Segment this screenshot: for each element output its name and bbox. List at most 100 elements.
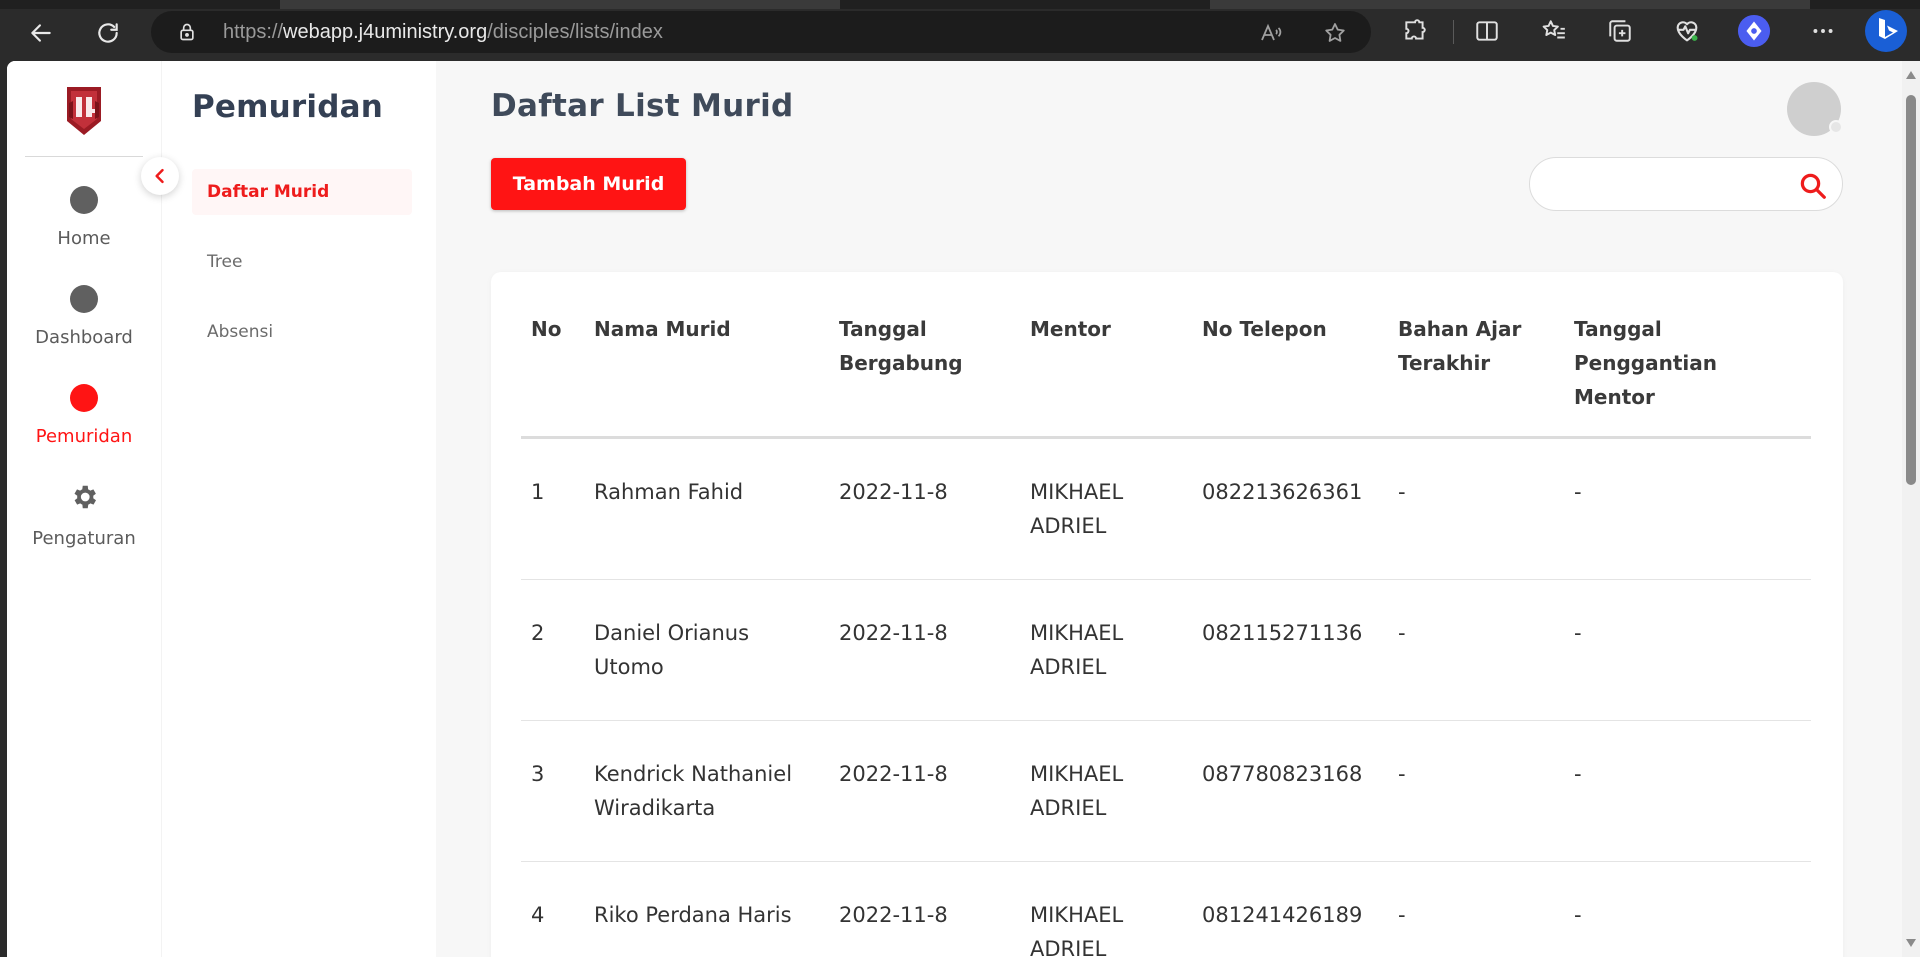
column-header-tanggal-bergabung[interactable]: Tanggal Bergabung (829, 272, 1020, 439)
back-button[interactable] (22, 14, 60, 52)
page-title: Daftar List Murid (491, 88, 794, 124)
cell-tanggal: 2022-11-8 (829, 720, 1020, 862)
cell-penggantian: - (1564, 579, 1811, 721)
table-row[interactable]: 4 Riko Perdana Haris 2022-11-8 MIKHAEL A… (521, 861, 1811, 957)
browser-essentials-button[interactable] (1670, 14, 1704, 48)
chevron-left-icon (155, 168, 164, 184)
toolbar-divider (1453, 20, 1454, 44)
page-scrollbar[interactable] (1902, 61, 1920, 957)
read-aloud-icon[interactable] (1259, 21, 1283, 45)
status-indicator (1829, 120, 1843, 134)
cell-no: 4 (521, 861, 584, 957)
back-arrow-icon (31, 24, 51, 42)
url-host: webapp.j4uministry.org (283, 21, 488, 43)
add-student-button[interactable]: Tambah Murid (491, 158, 686, 210)
table-row[interactable]: 2 Daniel Orianus Utomo 2022-11-8 MIKHAEL… (521, 579, 1811, 721)
cell-no: 2 (521, 579, 584, 721)
cell-telepon: 087780823168 (1192, 720, 1388, 862)
scroll-down-arrow-icon[interactable] (1906, 939, 1916, 947)
cell-mentor: MIKHAEL ADRIEL (1020, 861, 1192, 957)
address-bar[interactable]: https://webapp.j4uministry.org/disciples… (151, 11, 1371, 53)
heart-pulse-icon (1676, 21, 1698, 42)
cell-nama: Rahman Fahid (584, 437, 829, 580)
collapse-sidebar-button[interactable] (141, 157, 179, 195)
column-header-no[interactable]: No (521, 272, 584, 439)
scrollbar-thumb[interactable] (1906, 95, 1916, 485)
students-table: No Nama Murid Tanggal Bergabung Mentor N… (521, 272, 1811, 957)
column-header-nama-murid[interactable]: Nama Murid (584, 272, 829, 439)
favorites-list-icon (1542, 20, 1565, 39)
cell-telepon: 081241426189 (1192, 861, 1388, 957)
search-input[interactable] (1548, 170, 1788, 198)
bing-copilot-button[interactable] (1863, 8, 1909, 54)
subnav-item-daftar-murid[interactable]: Daftar Murid (192, 169, 412, 215)
gear-icon (74, 485, 96, 509)
ellipsis-icon (1813, 29, 1833, 33)
rail-item-home[interactable]: Home (7, 186, 161, 249)
cell-no: 1 (521, 437, 584, 580)
table-row[interactable]: 1 Rahman Fahid 2022-11-8 MIKHAEL ADRIEL … (521, 437, 1811, 580)
rail-item-pemuridan[interactable]: Pemuridan (7, 384, 161, 447)
rail-item-pengaturan[interactable]: Pengaturan (7, 482, 161, 549)
j4u-logo[interactable] (63, 83, 105, 139)
students-table-card: No Nama Murid Tanggal Bergabung Mentor N… (491, 272, 1843, 957)
cell-bahan: - (1388, 579, 1564, 721)
table-row[interactable]: 3 Kendrick Nathaniel Wiradikarta 2022-11… (521, 720, 1811, 862)
split-screen-icon (1476, 21, 1498, 41)
rail-item-label: Pengaturan (32, 528, 136, 549)
refresh-button[interactable] (89, 14, 127, 52)
url-path: /disciples/lists/index (487, 21, 663, 43)
user-avatar[interactable] (1787, 82, 1843, 136)
collections-button[interactable] (1603, 14, 1637, 48)
cell-tanggal: 2022-11-8 (829, 579, 1020, 721)
sub-navigation: Pemuridan Daftar Murid Tree Absensi (161, 61, 442, 957)
rail-item-label: Home (57, 228, 111, 249)
url-text[interactable]: https://webapp.j4uministry.org/disciples… (223, 21, 663, 44)
column-header-bahan-ajar[interactable]: Bahan Ajar Terakhir (1388, 272, 1564, 439)
main-content: Daftar List Murid Tambah Murid No Nama M… (436, 61, 1902, 957)
split-screen-button[interactable] (1470, 14, 1504, 48)
bing-icon (1865, 10, 1907, 52)
favorite-star-icon[interactable] (1323, 21, 1347, 45)
cell-tanggal: 2022-11-8 (829, 437, 1020, 580)
cell-tanggal: 2022-11-8 (829, 861, 1020, 957)
more-menu-button[interactable] (1806, 14, 1840, 48)
column-header-tanggal-penggantian[interactable]: Tanggal Penggantian Mentor (1564, 272, 1811, 439)
search-box[interactable] (1529, 157, 1843, 211)
subnav-item-tree[interactable]: Tree (192, 239, 412, 285)
cell-bahan: - (1388, 720, 1564, 862)
extensions-button[interactable] (1398, 14, 1432, 48)
puzzle-icon (1405, 19, 1426, 40)
cell-penggantian: - (1564, 720, 1811, 862)
search-icon[interactable] (1798, 171, 1828, 201)
collections-icon (1609, 20, 1631, 42)
subnav-item-absensi[interactable]: Absensi (192, 309, 412, 355)
cell-nama: Riko Perdana Haris (584, 861, 829, 957)
lock-icon[interactable] (177, 22, 197, 42)
extension-badge-icon (1737, 14, 1771, 48)
refresh-icon (98, 23, 118, 43)
column-header-no-telepon[interactable]: No Telepon (1192, 272, 1388, 439)
cell-penggantian: - (1564, 437, 1811, 580)
rail-item-label: Pemuridan (35, 426, 133, 447)
cell-mentor: MIKHAEL ADRIEL (1020, 437, 1192, 580)
cell-nama: Daniel Orianus Utomo (584, 579, 829, 721)
home-icon (70, 186, 98, 214)
cell-nama: Kendrick Nathaniel Wiradikarta (584, 720, 829, 862)
cell-bahan: - (1388, 437, 1564, 580)
extension-button[interactable] (1737, 14, 1771, 48)
cell-mentor: MIKHAEL ADRIEL (1020, 579, 1192, 721)
page-viewport: Home Dashboard Pemuridan Pengaturan Pemu… (7, 61, 1920, 957)
section-title: Pemuridan (192, 89, 384, 125)
cell-no: 3 (521, 720, 584, 862)
table-header-row: No Nama Murid Tanggal Bergabung Mentor N… (521, 272, 1811, 439)
browser-toolbar: https://webapp.j4uministry.org/disciples… (0, 0, 1920, 61)
scroll-up-arrow-icon[interactable] (1906, 71, 1916, 79)
column-header-mentor[interactable]: Mentor (1020, 272, 1192, 439)
cell-mentor: MIKHAEL ADRIEL (1020, 720, 1192, 862)
cell-telepon: 082213626361 (1192, 437, 1388, 580)
rail-divider (25, 156, 143, 157)
rail-item-label: Dashboard (35, 327, 133, 348)
favorites-button[interactable] (1537, 14, 1571, 48)
rail-item-dashboard[interactable]: Dashboard (7, 285, 161, 348)
